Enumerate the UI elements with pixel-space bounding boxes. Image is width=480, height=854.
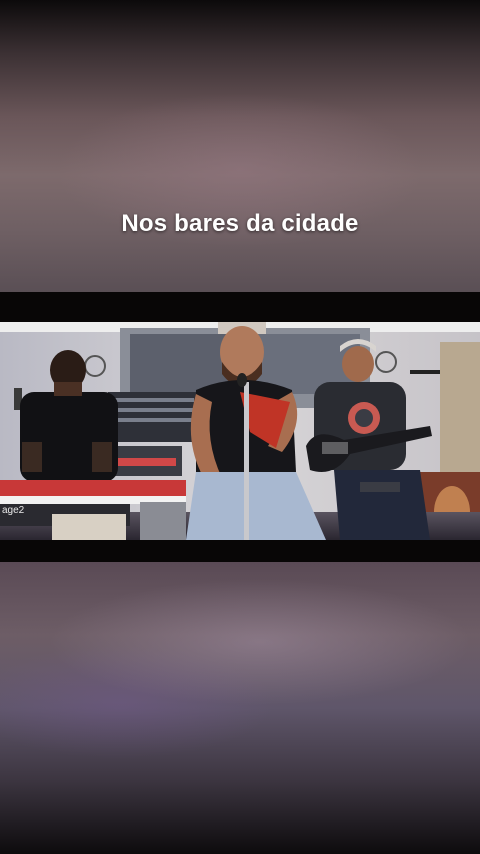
video-frame[interactable]: age2	[0, 322, 480, 540]
studio-scene: age2	[0, 322, 480, 540]
blurred-background-top	[0, 0, 480, 292]
letterbox-top	[0, 292, 480, 322]
letterbox-bottom	[0, 540, 480, 562]
keyboard-brand-label: age2	[2, 505, 25, 516]
lyric-caption: Nos bares da cidade	[121, 210, 359, 237]
blurred-background-bottom	[0, 562, 480, 854]
